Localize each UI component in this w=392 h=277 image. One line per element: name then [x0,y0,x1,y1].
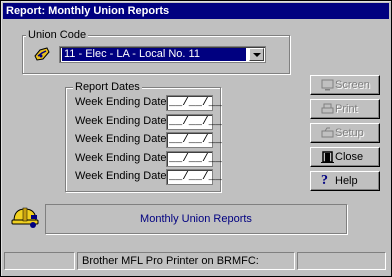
report-name-panel: Monthly Union Reports [45,204,347,234]
screen-button[interactable]: Screen [310,75,380,95]
report-dates-group-label: Report Dates [73,81,142,93]
setup-button-label: Setup [335,127,364,139]
help-button-label: Help [335,175,358,187]
setup-button[interactable]: Setup [310,123,380,143]
week-ending-date-5-field[interactable]: __/__/__ [166,169,222,185]
union-code-selected-value: 11 - Elec - LA - Local No. 11 [62,48,246,61]
monitor-icon [321,79,334,91]
week-ending-date-2-field[interactable]: __/__/__ [166,114,222,130]
close-button[interactable]: Close [310,147,380,167]
week-ending-date-3-field[interactable]: __/__/__ [166,132,222,148]
help-button[interactable]: ? Help [310,171,380,191]
printer-icon [321,103,334,114]
union-code-group-label: Union Code [26,29,89,41]
window-title: Report: Monthly Union Reports [3,3,389,19]
print-button-label: Print [335,103,358,115]
week-ending-date-1-field[interactable]: __/__/__ [166,95,222,111]
statusbar-left [4,252,75,270]
hardhat-icon [11,207,39,228]
close-button-label: Close [335,151,364,163]
screen-button-label: Screen [335,79,370,91]
setup-icon [321,127,334,138]
statusbar-printer: Brother MFL Pro Printer on BRMFC: [77,252,295,270]
union-badge-icon [34,47,50,61]
report-window: Report: Monthly Union Reports Union Code… [0,0,392,277]
statusbar-right [297,252,386,270]
print-button[interactable]: Print [310,99,380,119]
chevron-down-icon[interactable] [249,48,264,61]
union-code-select[interactable]: 11 - Elec - LA - Local No. 11 [59,46,266,63]
week-ending-date-4-field[interactable]: __/__/__ [166,151,222,167]
door-icon [321,151,334,163]
question-mark-icon: ? [321,173,328,188]
